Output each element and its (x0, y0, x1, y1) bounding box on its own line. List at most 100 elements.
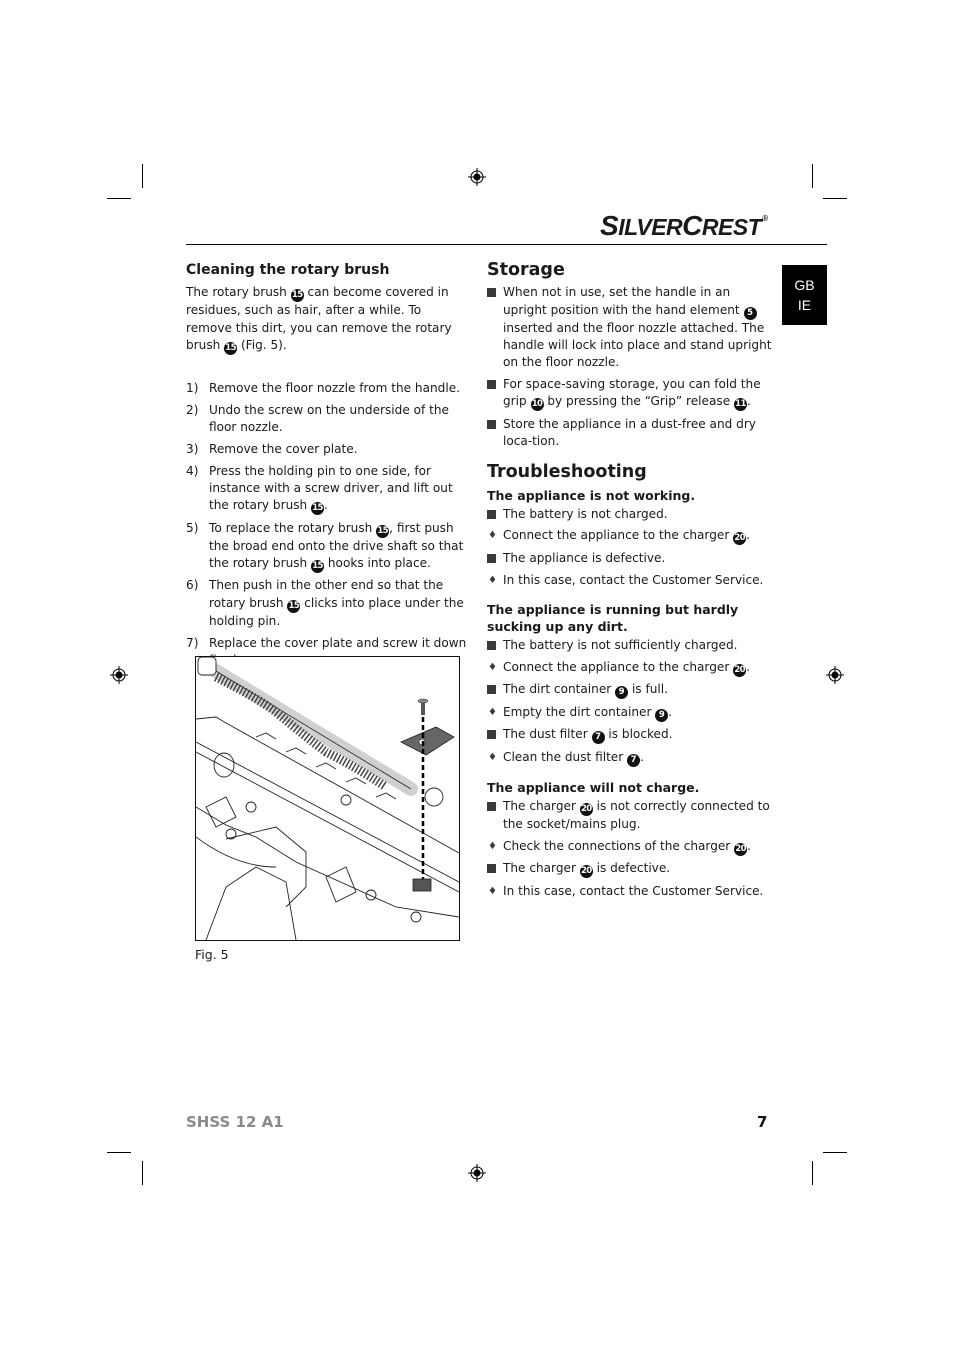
storage-heading: Storage (487, 260, 565, 280)
bullet-text: Connect the appliance to the charger 20. (503, 659, 750, 677)
problem-item: The charger 20 is not correctly connecte… (487, 798, 772, 833)
square-bullet-icon (487, 379, 496, 389)
diamond-bullet-icon: ♦ (488, 885, 497, 897)
diamond-bullet-icon: ♦ (488, 840, 497, 852)
solution-item: ♦ In this case, contact the Customer Serv… (487, 572, 772, 589)
crop-mark (823, 1152, 847, 1153)
step-item: 2) Undo the screw on the underside of the… (186, 402, 468, 437)
problem-solution-list: The battery is not charged. ♦ Connect the … (487, 506, 772, 589)
crop-mark (812, 1161, 813, 1185)
figure-caption: Fig. 5 (195, 947, 229, 962)
problem-title: The appliance is not working. (487, 487, 696, 503)
solution-item: ♦ Empty the dirt container 9. (487, 704, 772, 722)
troubleshooting-sections: The appliance is not working. The battery… (487, 487, 772, 900)
storage-list: When not in use, set the handle in an up… (487, 284, 772, 450)
reference-number-badge: 9 (655, 708, 669, 722)
reference-number-badge: 11 (733, 398, 747, 412)
problem-item: The appliance is defective. (487, 550, 772, 567)
solution-item: ♦ Connect the appliance to the charger 20… (487, 659, 772, 677)
bullet-text: The battery is not sufficiently charged. (503, 638, 738, 653)
section-heading: Cleaning the rotary brush (186, 262, 390, 278)
square-bullet-icon (487, 864, 496, 874)
problem-item: When not in use, set the handle in an up… (487, 284, 772, 371)
bullet-text: The appliance is defective. (503, 550, 666, 565)
bullet-text: Clean the dust filter 7. (503, 749, 644, 767)
bullet-text: The dust filter 7 is blocked. (503, 727, 673, 745)
header-rule (186, 244, 827, 245)
reference-number-badge: 15 (311, 502, 325, 516)
problem-solution-list: The battery is not sufficiently charged.… (487, 637, 772, 767)
step-number: 7) (186, 635, 199, 650)
problem-item: For space-saving storage, you can fold t… (487, 376, 772, 412)
step-text: To replace the rotary brush 15, first pu… (209, 520, 464, 573)
square-bullet-icon (487, 419, 496, 429)
bullet-text: When not in use, set the handle in an up… (503, 285, 772, 370)
bullet-text: The charger 20 is defective. (503, 861, 671, 879)
language-code: GB (794, 277, 815, 293)
reference-number-badge: 7 (591, 731, 605, 745)
bullet-text: For space-saving storage, you can fold t… (503, 376, 761, 412)
reference-number-badge: 15 (287, 599, 301, 613)
page-number: 7 (757, 1113, 768, 1131)
crop-mark (142, 1161, 143, 1185)
step-item: 4) Press the holding pin to one side, for… (186, 463, 468, 516)
reference-number-badge: 20 (579, 865, 593, 879)
problem-item: The charger 20 is defective. (487, 860, 772, 879)
problem-solution-list: The charger 20 is not correctly connecte… (487, 798, 772, 900)
troubleshooting-heading: Troubleshooting (487, 462, 647, 483)
diamond-bullet-icon: ♦ (488, 661, 497, 673)
footer-model: SHSS 12 A1 (186, 1113, 284, 1131)
crop-mark (107, 198, 131, 199)
step-text: Remove the floor nozzle from the handle. (209, 380, 460, 395)
troubleshooting-section: The appliance is not working. The battery… (487, 487, 772, 589)
bullet-text: In this case, contact the Customer Servi… (503, 883, 764, 898)
bullet-text: In this case, contact the Customer Servi… (503, 572, 764, 587)
square-bullet-icon (487, 801, 496, 811)
diamond-bullet-icon: ♦ (488, 530, 497, 542)
square-bullet-icon (487, 730, 496, 740)
problem-title: The appliance will not charge. (487, 779, 700, 795)
problem-item: The dirt container 9 is full. (487, 681, 772, 700)
reference-number-badge: 20 (733, 532, 747, 546)
step-item: 3) Remove the cover plate. (186, 441, 468, 458)
bullet-text: The battery is not charged. (503, 506, 668, 521)
step-number: 4) (186, 463, 199, 478)
registration-mark-icon (110, 666, 128, 684)
steps-list: 1) Remove the floor nozzle from the handl… (186, 380, 468, 669)
reference-number-badge: 10 (530, 398, 544, 412)
bullet-text: The charger 20 is not correctly connecte… (503, 798, 770, 831)
rotary-brush-drawing (197, 657, 444, 807)
rotary-brush-illustration (196, 657, 459, 940)
step-item: 6) Then push in the other end so that the… (186, 577, 468, 630)
reference-number-badge: 15 (311, 559, 325, 573)
crop-mark (142, 164, 143, 188)
square-bullet-icon (487, 288, 496, 298)
crop-mark (812, 164, 813, 188)
step-text: Remove the cover plate. (209, 441, 358, 456)
problem-item: The battery is not charged. (487, 506, 772, 523)
left-column: Cleaning the rotary brush The rotary bru… (186, 262, 468, 674)
bullet-text: Empty the dirt container 9. (503, 704, 673, 722)
solution-item: ♦ Connect the appliance to the charger 20… (487, 527, 772, 546)
step-number: 5) (186, 520, 199, 535)
step-item: 1) Remove the floor nozzle from the handl… (186, 380, 468, 397)
step-text: Then push in the other end so that the r… (209, 578, 464, 628)
square-bullet-icon (487, 685, 496, 695)
intro-paragraph: The rotary brush 15 can become covered i… (186, 285, 452, 355)
registration-mark-icon (468, 1164, 486, 1182)
bullet-text: Connect the appliance to the charger 20. (503, 528, 750, 546)
square-bullet-icon (487, 553, 496, 563)
step-text: Press the holding pin to one side, for i… (209, 463, 453, 516)
language-code: IE (797, 297, 812, 313)
solution-item: ♦ In this case, contact the Customer Serv… (487, 883, 772, 900)
step-number: 6) (186, 578, 199, 593)
step-item: 5) To replace the rotary brush 15, first … (186, 520, 468, 573)
diamond-bullet-icon: ♦ (488, 706, 497, 718)
reference-number-badge: 20 (734, 842, 748, 856)
bullet-text: Check the connections of the charger 20. (503, 838, 751, 856)
diamond-bullet-icon: ♦ (488, 574, 497, 586)
problem-item: Store the appliance in a dust-free and d… (487, 416, 772, 451)
reference-number-badge: 9 (615, 686, 629, 700)
reference-number-badge: 5 (743, 306, 757, 320)
step-number: 3) (186, 441, 199, 456)
